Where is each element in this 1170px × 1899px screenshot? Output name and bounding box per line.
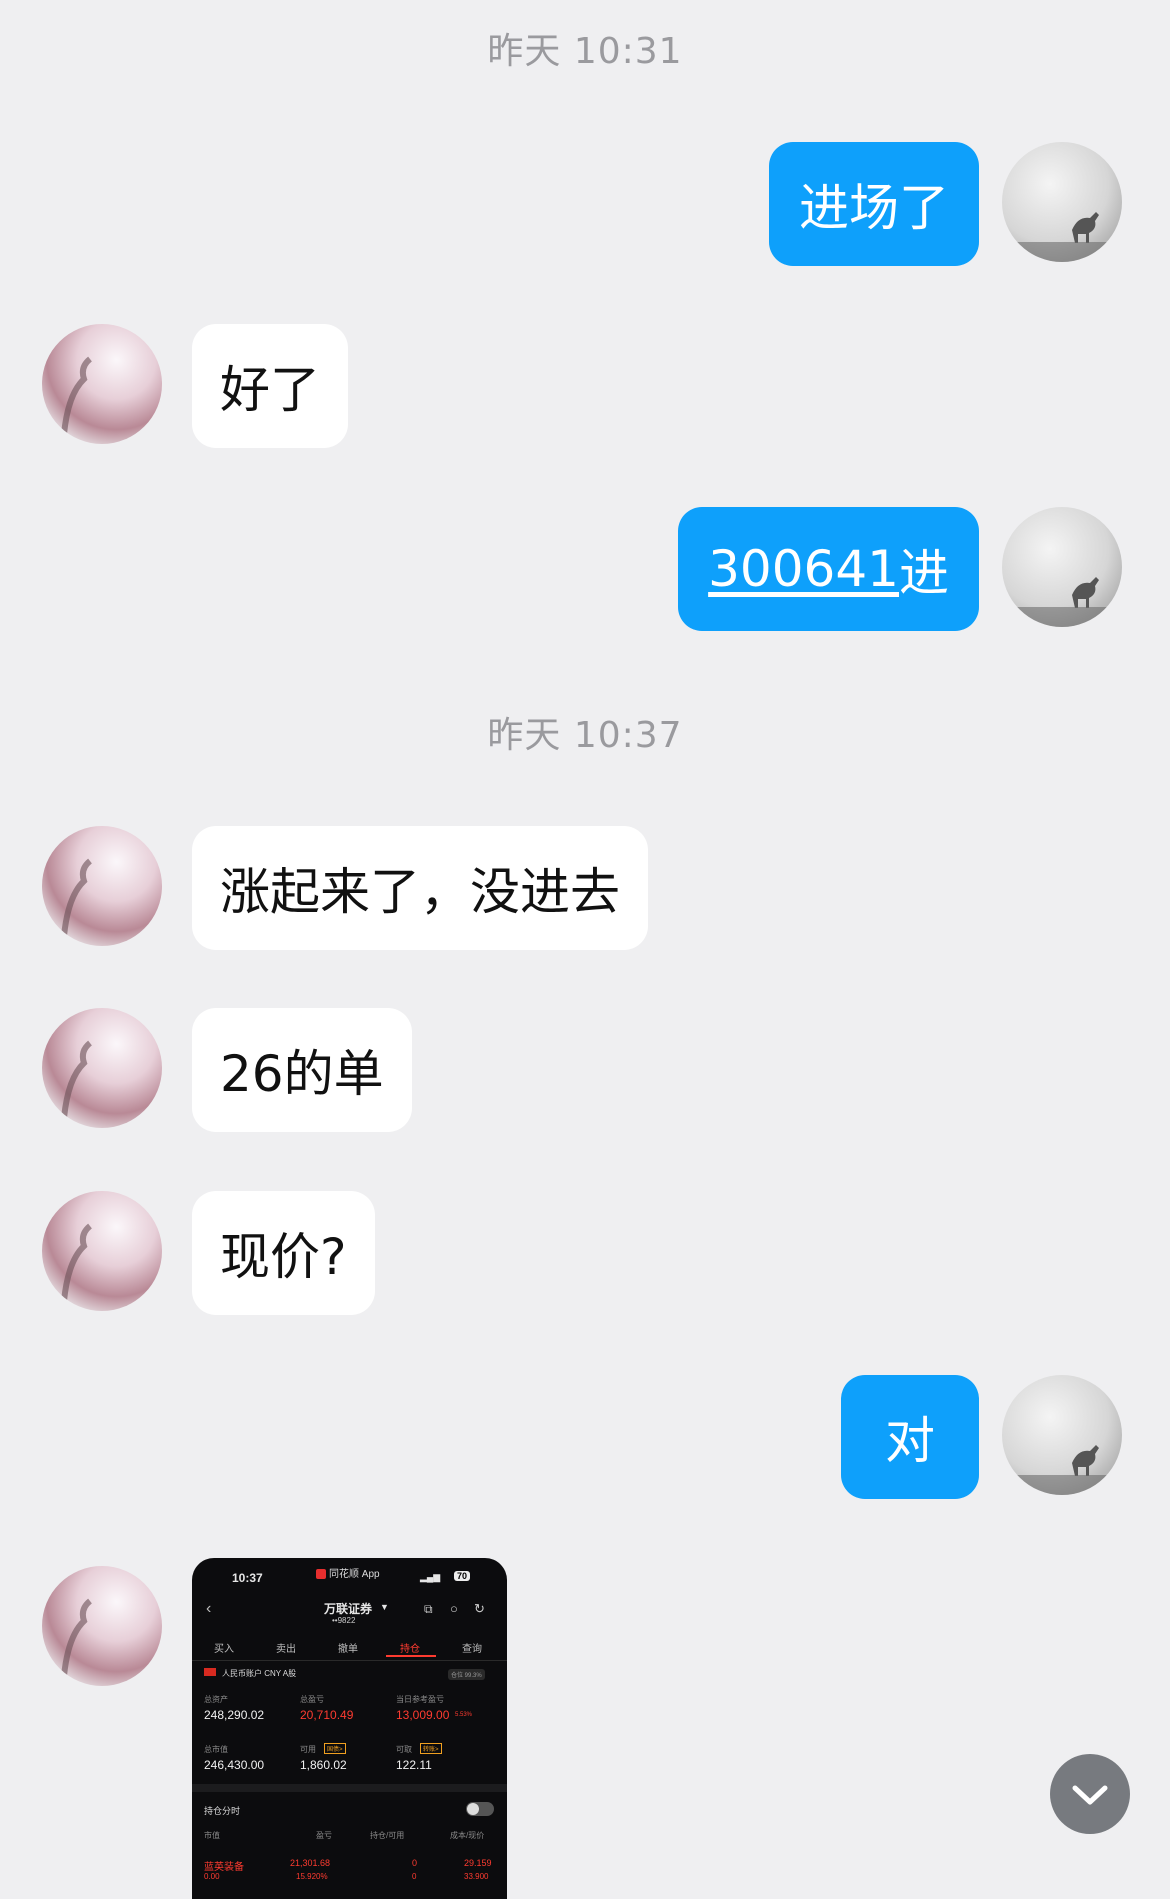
tab-buy: 买入 — [214, 1644, 234, 1655]
refresh-icon: ↻ — [474, 1601, 485, 1616]
message-row-incoming: 好了 — [0, 324, 1170, 448]
total-pnl-value: 20,710.49 — [300, 1708, 354, 1722]
peer-avatar[interactable] — [42, 1566, 162, 1686]
active-tab-indicator — [386, 1655, 436, 1657]
withdrawable-label: 可取 — [396, 1745, 412, 1754]
today-pnl-label: 当日参考盈亏 — [396, 1695, 444, 1704]
message-row-incoming: 涨起来了，没进去 — [0, 826, 1170, 950]
battery-icon: 70 — [454, 1571, 471, 1581]
stock-market-value: 0.00 — [204, 1872, 220, 1881]
total-pnl-label: 总盈亏 — [300, 1695, 324, 1704]
signal-icon: ▂▄▆ — [420, 1572, 441, 1582]
message-bubble-incoming[interactable]: 涨起来了，没进去 — [192, 826, 648, 950]
message-text: 进 — [899, 544, 949, 602]
market-value-label: 总市值 — [204, 1745, 228, 1754]
stock-pnl: 21,301.68 — [290, 1858, 331, 1868]
tab-position: 持仓 — [400, 1644, 420, 1655]
message-row-outgoing: 300641 进 — [0, 507, 1170, 631]
timestamp: 昨天 10:37 — [487, 715, 683, 756]
bond-tag: 国债> — [324, 1743, 346, 1754]
my-avatar[interactable] — [1002, 142, 1122, 262]
message-bubble-outgoing[interactable]: 进场了 — [769, 142, 979, 266]
stock-cost: 29.159 — [464, 1858, 492, 1868]
withdrawable-value: 122.11 — [396, 1758, 432, 1772]
peer-avatar[interactable] — [42, 1191, 162, 1311]
peer-avatar[interactable] — [42, 826, 162, 946]
col-market-value: 市值 — [204, 1831, 220, 1840]
message-bubble-incoming[interactable]: 好了 — [192, 324, 348, 448]
message-bubble-incoming[interactable]: 现价? — [192, 1191, 375, 1315]
broker-name: 万联证券 — [324, 1602, 373, 1616]
today-pnl-value: 13,009.00 — [396, 1708, 450, 1722]
account-type: 人民币账户 CNY A股 — [222, 1669, 297, 1678]
back-arrow-icon: ‹ — [206, 1600, 212, 1617]
col-cost: 成本/现价 — [450, 1831, 485, 1840]
peer-avatar[interactable] — [42, 1008, 162, 1128]
china-flag-icon — [204, 1668, 216, 1676]
total-assets-label: 总资产 — [204, 1695, 228, 1704]
message-row-outgoing: 进场了 — [0, 142, 1170, 266]
market-value-value: 246,430.00 — [204, 1758, 265, 1772]
stock-code-link[interactable]: 300641 — [708, 540, 899, 598]
position-timing-label: 持仓分时 — [204, 1806, 241, 1816]
message-row-incoming: 26的单 — [0, 1008, 1170, 1132]
status-time: 10:37 — [232, 1571, 263, 1585]
stock-pnl-pct: 15.920% — [296, 1872, 328, 1881]
peer-avatar[interactable] — [42, 324, 162, 444]
my-avatar[interactable] — [1002, 1375, 1122, 1495]
search-icon: ○ — [450, 1601, 458, 1616]
message-bubble-incoming[interactable]: 26的单 — [192, 1008, 412, 1132]
col-hold: 持仓/可用 — [370, 1831, 405, 1840]
share-icon: ⧉ — [424, 1602, 433, 1616]
total-assets-value: 248,290.02 — [204, 1708, 265, 1722]
available-value: 1,860.02 — [300, 1758, 347, 1772]
timestamp: 昨天 10:31 — [487, 31, 683, 72]
tab-query: 查询 — [462, 1644, 482, 1655]
chevron-down-icon — [1072, 1785, 1108, 1805]
stock-name: 蓝英装备 — [204, 1862, 244, 1873]
available-label: 可用 — [300, 1745, 316, 1754]
message-row-outgoing: 对 — [0, 1375, 1170, 1499]
account-number: ••9822 — [332, 1616, 356, 1625]
section-divider — [192, 1784, 507, 1792]
toggle-switch — [466, 1802, 494, 1816]
position-ratio: 仓位 99.3% — [448, 1669, 485, 1680]
divider — [192, 1660, 507, 1661]
stock-price: 33.900 — [464, 1872, 489, 1881]
my-avatar[interactable] — [1002, 507, 1122, 627]
col-pnl: 盈亏 — [316, 1831, 332, 1840]
stock-available: 0 — [412, 1872, 417, 1881]
chevron-down-icon: ▼ — [380, 1602, 389, 1612]
scroll-to-bottom-button[interactable] — [1050, 1754, 1130, 1834]
image-message-screenshot[interactable]: 10:37 同花顺 App ▂▄▆ 70 ‹ 万联证券 ▼ ••9822 ⧉ ○… — [192, 1558, 507, 1899]
app-name-text: 同花顺 App — [329, 1569, 380, 1580]
app-name: 同花顺 App — [316, 1565, 380, 1580]
message-bubble-outgoing[interactable]: 300641 进 — [678, 507, 979, 631]
tab-sell: 卖出 — [276, 1644, 296, 1655]
message-row-incoming: 现价? — [0, 1191, 1170, 1315]
tab-cancel: 撤单 — [338, 1644, 358, 1655]
today-pnl-pct: 5.53% — [455, 1712, 473, 1718]
stock-hold: 0 — [412, 1858, 418, 1868]
message-bubble-outgoing[interactable]: 对 — [841, 1375, 979, 1499]
transfer-tag: 转账> — [420, 1743, 442, 1754]
